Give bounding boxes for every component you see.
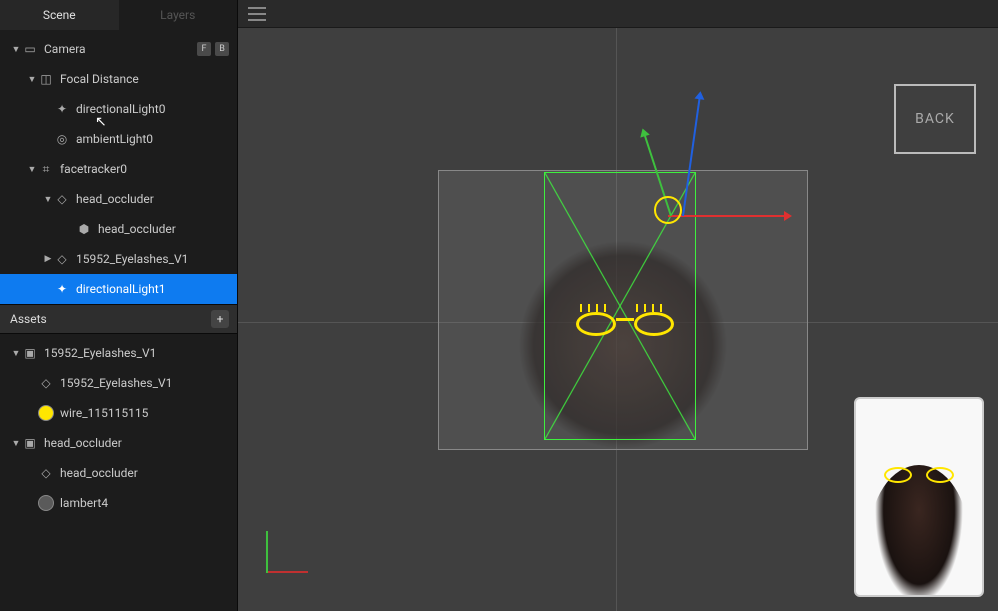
tree-label: 15952_Eyelashes_V1 [76,252,229,266]
caret-down-icon: ▼ [10,438,22,449]
assets-tree: ▼ ▣ 15952_Eyelashes_V1 ◇ 15952_Eyelashes… [0,334,237,518]
asset-head-occluder-folder[interactable]: ▼ ▣ head_occluder [0,428,237,458]
material-swatch-icon [38,405,54,421]
transform-axis-x[interactable] [668,215,786,217]
sidebar: Scene Layers ▼ ▭ Camera F B ▼ ◫ Focal Di… [0,0,238,611]
ambient-light-icon: ◎ [54,131,70,147]
preview-eyelashes-overlay [884,467,954,485]
asset-label: head_occluder [60,466,229,480]
face-tracker-icon: ⌗ [38,161,54,177]
tree-label: head_occluder [98,222,229,236]
asset-lambert4-material[interactable]: lambert4 [0,488,237,518]
obj-file-icon: ▣ [22,435,38,451]
tree-item-head-occluder-group[interactable]: ▼ ◇ head_occluder [0,184,237,214]
viewport-toolbar [238,0,998,28]
tree-item-focal-distance[interactable]: ▼ ◫ Focal Distance [0,64,237,94]
viewport[interactable]: BACK [238,0,998,611]
directional-light-icon: ✦ [54,101,70,117]
badge-b[interactable]: B [215,42,229,56]
tab-scene[interactable]: Scene [0,0,119,30]
directional-light-icon: ✦ [54,281,70,297]
assets-title: Assets [10,312,47,326]
obj-file-icon: ▣ [22,345,38,361]
eyelashes-overlay [576,310,674,340]
caret-down-icon: ▼ [26,164,38,175]
tree-label: directionalLight0 [76,102,229,116]
caret-down-icon: ▼ [10,44,22,55]
tree-item-eyelashes[interactable]: ▶ ◇ 15952_Eyelashes_V1 [0,244,237,274]
tab-layers[interactable]: Layers [119,0,238,30]
asset-eyelashes-folder[interactable]: ▼ ▣ 15952_Eyelashes_V1 [0,338,237,368]
tree-item-facetracker[interactable]: ▼ ⌗ facetracker0 [0,154,237,184]
tree-label: Camera [44,42,197,56]
mesh-icon: ◇ [38,375,54,391]
scene-tree: ▼ ▭ Camera F B ▼ ◫ Focal Distance ✦ dire… [0,30,237,304]
tree-item-directional-light-1[interactable]: ✦ directionalLight1 [0,274,237,304]
caret-right-icon: ▶ [42,254,54,264]
tree-label: Focal Distance [60,72,229,86]
assets-header: Assets + [0,304,237,334]
tree-item-head-occluder-mesh[interactable]: ⬢ head_occluder [0,214,237,244]
material-swatch-icon [38,495,54,511]
axis-x-icon [266,571,308,573]
asset-label: lambert4 [60,496,229,510]
caret-down-icon: ▼ [10,348,22,359]
tree-item-camera[interactable]: ▼ ▭ Camera F B [0,34,237,64]
add-asset-button[interactable]: + [211,310,229,328]
asset-label: 15952_Eyelashes_V1 [44,346,229,360]
device-preview[interactable] [854,397,984,597]
asset-wire-material[interactable]: wire_115115115 [0,398,237,428]
camera-icon: ▭ [22,41,38,57]
orientation-axes [266,523,316,573]
orientation-cube-back[interactable]: BACK [894,84,976,154]
asset-label: head_occluder [44,436,229,450]
camera-badges: F B [197,42,229,56]
tree-label: directionalLight1 [76,282,229,296]
asset-label: 15952_Eyelashes_V1 [60,376,229,390]
axis-y-icon [266,531,268,573]
panel-tabs: Scene Layers [0,0,237,30]
focal-distance-icon: ◫ [38,71,54,87]
caret-down-icon: ▼ [26,74,38,85]
badge-f[interactable]: F [197,42,211,56]
tree-label: ambientLight0 [76,132,229,146]
menu-button[interactable] [248,7,266,21]
null-object-icon: ◇ [54,251,70,267]
tree-item-ambient-light-0[interactable]: ◎ ambientLight0 [0,124,237,154]
asset-label: wire_115115115 [60,406,229,420]
asset-head-occluder-mesh[interactable]: ◇ head_occluder [0,458,237,488]
light-gizmo[interactable] [654,196,682,224]
tree-label: facetracker0 [60,162,229,176]
mesh-icon: ◇ [38,465,54,481]
mesh-icon: ⬢ [76,221,92,237]
asset-eyelashes-mesh[interactable]: ◇ 15952_Eyelashes_V1 [0,368,237,398]
null-object-icon: ◇ [54,191,70,207]
caret-down-icon: ▼ [42,194,54,205]
orientation-label: BACK [915,111,955,127]
tree-item-directional-light-0[interactable]: ✦ directionalLight0 [0,94,237,124]
tree-label: head_occluder [76,192,229,206]
